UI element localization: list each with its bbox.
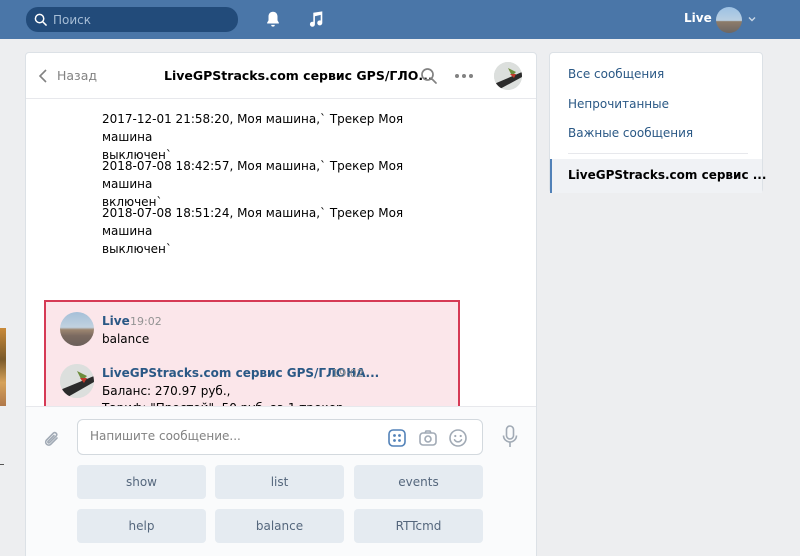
chat-title[interactable]: LiveGPStracks.com сервис GPS/ГЛО...: [164, 68, 433, 83]
bot-button-balance[interactable]: balance: [215, 509, 344, 543]
message-time: 19:02: [332, 367, 364, 380]
bot-avatar[interactable]: [60, 364, 94, 398]
menu-item-unread[interactable]: Непрочитанные: [568, 97, 669, 111]
camera-icon[interactable]: [418, 428, 438, 448]
music-note-icon[interactable]: [306, 9, 326, 29]
notifications-bell-icon[interactable]: [263, 9, 283, 29]
message-item: 2018-07-08 18:51:24, Моя машина,` Трекер…: [102, 204, 432, 258]
bot-button-show[interactable]: show: [77, 465, 206, 499]
message-item: 2018-07-08 18:42:57, Моя машина,` Трекер…: [102, 157, 432, 211]
message-input-box[interactable]: [77, 419, 483, 455]
microphone-icon[interactable]: [501, 425, 519, 449]
message-author[interactable]: Live: [102, 314, 130, 328]
menu-item-all-messages[interactable]: Все сообщения: [568, 67, 664, 81]
message-text: balance: [102, 332, 150, 346]
bot-button-rttcmd[interactable]: RTTcmd: [354, 509, 483, 543]
active-chat-label: LiveGPStracks.com сервис ...: [568, 168, 767, 182]
current-user-avatar[interactable]: [716, 7, 742, 33]
search-icon[interactable]: [420, 67, 438, 85]
bot-button-help[interactable]: help: [77, 509, 206, 543]
message-input[interactable]: [90, 429, 380, 443]
bot-keyboard-icon[interactable]: [387, 428, 407, 448]
messages-filter-menu: Все сообщения Непрочитанные Важные сообщ…: [549, 52, 766, 193]
back-label: Назад: [57, 68, 98, 83]
chat-panel: Назад LiveGPStracks.com сервис GPS/ГЛО..…: [25, 52, 537, 556]
message-time: 19:02: [130, 315, 162, 328]
message-text: выключен`: [102, 242, 172, 256]
message-history: 2017-12-01 21:58:20, Моя машина,` Трекер…: [26, 100, 536, 444]
offscreen-image-fragment: [0, 328, 6, 406]
chat-avatar[interactable]: [494, 62, 522, 90]
chevron-down-icon[interactable]: [747, 14, 757, 24]
emoji-smile-icon[interactable]: [448, 428, 468, 448]
offscreen-divider: [0, 464, 4, 465]
menu-item-active-chat[interactable]: LiveGPStracks.com сервис ...: [550, 159, 766, 193]
message-text: 2018-07-08 18:42:57, Моя машина,` Трекер…: [102, 159, 404, 191]
paperclip-icon[interactable]: [42, 429, 62, 451]
chevron-left-icon: [38, 68, 47, 83]
search-icon: [34, 13, 47, 26]
bot-button-events[interactable]: events: [354, 465, 483, 499]
message-composer: show list events help balance RTTcmd: [26, 406, 536, 556]
message-text: 2017-12-01 21:58:20, Моя машина,` Трекер…: [102, 112, 404, 144]
chat-header: Назад LiveGPStracks.com сервис GPS/ГЛО..…: [26, 53, 536, 99]
menu-divider: [568, 153, 748, 154]
menu-item-important[interactable]: Важные сообщения: [568, 126, 693, 140]
current-user-name[interactable]: Live: [684, 11, 712, 25]
user-avatar[interactable]: [60, 312, 94, 346]
message-item: 2017-12-01 21:58:20, Моя машина,` Трекер…: [102, 110, 432, 164]
search-input[interactable]: [53, 12, 233, 27]
bot-button-list[interactable]: list: [215, 465, 344, 499]
message-text: Баланс: 270.97 руб.,: [102, 384, 231, 398]
top-navigation-bar: Live: [0, 0, 800, 39]
message-text: 2018-07-08 18:51:24, Моя машина,` Трекер…: [102, 206, 404, 238]
back-button[interactable]: Назад: [38, 68, 97, 83]
more-options-icon[interactable]: [454, 73, 474, 79]
search-box[interactable]: [26, 7, 238, 32]
